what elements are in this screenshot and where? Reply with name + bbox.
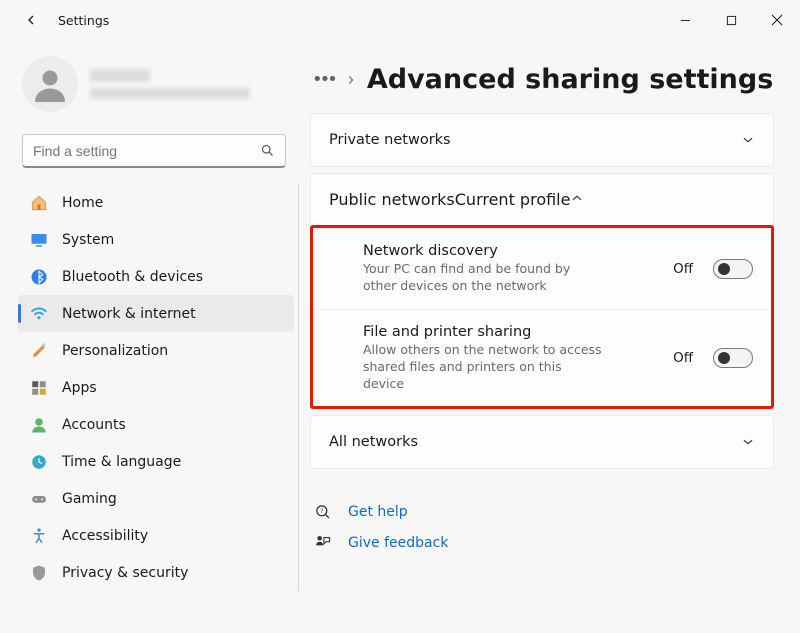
- main-content: ••• Advanced sharing settings Private ne…: [300, 40, 800, 633]
- back-button[interactable]: [22, 11, 40, 29]
- close-button[interactable]: [754, 4, 800, 36]
- home-icon: [30, 194, 48, 212]
- setting-title: File and printer sharing: [363, 324, 663, 340]
- minimize-button[interactable]: [662, 4, 708, 36]
- section-label: Public networks: [329, 190, 455, 209]
- sidebar-item-time[interactable]: Time & language: [18, 443, 294, 480]
- svg-text:?: ?: [320, 507, 323, 515]
- chevron-right-icon: [345, 74, 357, 86]
- profile-block[interactable]: [18, 52, 300, 128]
- setting-desc: Allow others on the network to access sh…: [363, 342, 603, 393]
- chevron-down-icon: [741, 133, 755, 147]
- apps-icon: [30, 379, 48, 397]
- system-icon: [30, 231, 48, 249]
- sidebar-item-label: Time & language: [62, 454, 181, 470]
- file-printer-sharing-toggle[interactable]: [713, 348, 753, 368]
- section-all-networks[interactable]: All networks: [310, 415, 774, 469]
- sidebar-item-privacy[interactable]: Privacy & security: [18, 554, 294, 591]
- sidebar-item-label: Bluetooth & devices: [62, 269, 203, 285]
- accessibility-icon: [30, 527, 48, 545]
- sidebar-item-accessibility[interactable]: Accessibility: [18, 517, 294, 554]
- section-label: All networks: [329, 434, 418, 450]
- maximize-button[interactable]: [708, 4, 754, 36]
- section-public-header[interactable]: Public networks Current profile: [311, 174, 773, 225]
- sidebar-item-label: Accessibility: [62, 528, 148, 544]
- sidebar-item-label: Privacy & security: [62, 565, 188, 581]
- sidebar-item-personalization[interactable]: Personalization: [18, 332, 294, 369]
- shield-icon: [30, 564, 48, 582]
- sidebar-item-accounts[interactable]: Accounts: [18, 406, 294, 443]
- get-help-link[interactable]: ? Get help: [310, 503, 774, 520]
- profile-name: [90, 69, 150, 82]
- section-label: Private networks: [329, 132, 451, 148]
- clock-icon: [30, 453, 48, 471]
- sidebar-item-label: Apps: [62, 380, 97, 396]
- title-bar: Settings: [0, 0, 800, 40]
- sidebar: Home System Bluetooth & devices Network …: [0, 40, 300, 633]
- page-title: Advanced sharing settings: [367, 64, 773, 95]
- sidebar-item-home[interactable]: Home: [18, 184, 294, 221]
- toggle-state: Off: [673, 350, 693, 366]
- sidebar-item-label: Accounts: [62, 417, 126, 433]
- sidebar-item-network[interactable]: Network & internet: [18, 295, 294, 332]
- highlighted-settings: Network discovery Your PC can find and b…: [310, 225, 774, 409]
- window-title: Settings: [58, 13, 109, 28]
- sidebar-item-gaming[interactable]: Gaming: [18, 480, 294, 517]
- network-discovery-toggle[interactable]: [713, 259, 753, 279]
- sidebar-item-label: Personalization: [62, 343, 168, 359]
- section-public-networks: Public networks Current profile Network …: [310, 173, 774, 409]
- search-input[interactable]: [22, 134, 286, 168]
- setting-file-printer-sharing: File and printer sharing Allow others on…: [313, 309, 771, 407]
- wifi-icon: [30, 305, 48, 323]
- section-private-networks[interactable]: Private networks: [310, 113, 774, 167]
- sidebar-item-bluetooth[interactable]: Bluetooth & devices: [18, 258, 294, 295]
- sidebar-item-label: Gaming: [62, 491, 117, 507]
- give-feedback-link[interactable]: Give feedback: [310, 534, 774, 551]
- breadcrumb-ellipsis[interactable]: •••: [312, 69, 335, 90]
- profile-email: [90, 88, 250, 99]
- help-icon: ?: [314, 503, 332, 520]
- avatar: [22, 56, 78, 112]
- feedback-icon: [314, 534, 332, 551]
- setting-desc: Your PC can find and be found by other d…: [363, 261, 603, 295]
- chevron-down-icon: [741, 435, 755, 449]
- sidebar-item-system[interactable]: System: [18, 221, 294, 258]
- sidebar-item-label: Home: [62, 195, 103, 211]
- profile-badge: Current profile: [455, 190, 571, 209]
- sidebar-item-label: System: [62, 232, 114, 248]
- bluetooth-icon: [30, 268, 48, 286]
- search-icon: [260, 143, 275, 158]
- accounts-icon: [30, 416, 48, 434]
- sidebar-item-apps[interactable]: Apps: [18, 369, 294, 406]
- gaming-icon: [30, 490, 48, 508]
- chevron-up-icon: [570, 190, 584, 209]
- setting-title: Network discovery: [363, 243, 663, 259]
- setting-network-discovery: Network discovery Your PC can find and b…: [313, 228, 771, 309]
- toggle-state: Off: [673, 261, 693, 277]
- sidebar-item-label: Network & internet: [62, 306, 196, 322]
- paintbrush-icon: [30, 342, 48, 360]
